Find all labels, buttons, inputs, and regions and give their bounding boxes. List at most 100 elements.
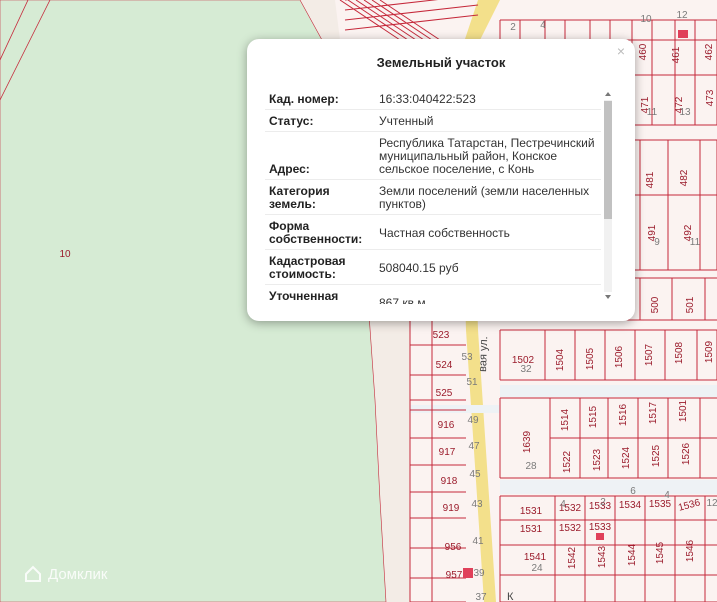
parcel-number-label: 12 xyxy=(706,498,717,509)
parcel-number-label: 525 xyxy=(436,388,453,399)
parcel-number-label: 4 xyxy=(540,20,546,31)
parcel-number-label: 501 xyxy=(685,296,696,313)
parcel-number-label: 1508 xyxy=(674,341,685,364)
parcel-number-label: 462 xyxy=(704,43,715,60)
info-row: Категория земель: Земли поселений (земли … xyxy=(265,180,601,215)
parcel-number-label: 37 xyxy=(475,592,487,602)
scroll-thumb[interactable] xyxy=(604,101,612,219)
parcel-number-label: 49 xyxy=(467,415,479,426)
parcel-number-label: 47 xyxy=(468,441,480,452)
street-label-bottom: К xyxy=(507,591,514,602)
parcel-number-label: 28 xyxy=(525,461,537,472)
parcel-number-label: 1505 xyxy=(585,347,596,370)
parcel-number-label: 39 xyxy=(473,568,485,579)
parcel-number-label: 1509 xyxy=(704,340,715,363)
info-value: Учтенный xyxy=(379,114,434,128)
info-row: Уточненная площадь: 867 кв.м xyxy=(265,285,601,305)
parcel-number-label: 919 xyxy=(443,503,460,514)
parcel-number-label: 1515 xyxy=(588,405,599,428)
close-icon[interactable]: × xyxy=(613,43,629,59)
parcel-number-label: 11 xyxy=(690,237,701,248)
info-value: 867 кв.м xyxy=(379,295,426,304)
parcel-number-label: 523 xyxy=(433,330,450,341)
parcel-number-label: 43 xyxy=(471,499,483,510)
parcel-number-label: 956 xyxy=(445,542,462,553)
parcel-number-label: 1531 xyxy=(520,524,543,535)
info-value: 508040.15 руб xyxy=(379,260,459,275)
parcel-number-label: 4 xyxy=(560,499,566,510)
parcel-number-label: 1533 xyxy=(589,522,612,533)
parcel-number-label: 1504 xyxy=(555,348,566,371)
parcel-number-label: 917 xyxy=(439,447,456,458)
parcel-number-label: 1544 xyxy=(627,543,638,566)
parcel-number-label: 1534 xyxy=(619,500,642,511)
parcel-number-label: 1546 xyxy=(685,539,696,562)
parcel-number-label: 1506 xyxy=(614,345,625,368)
info-key: Кад. номер: xyxy=(269,92,339,106)
parcel-number-label: 1542 xyxy=(567,546,578,569)
parcel-number-label: 1639 xyxy=(522,430,533,453)
domclick-text: Домклик xyxy=(48,565,108,583)
parcel-number-label: 1543 xyxy=(597,545,608,568)
parcel-number-label: 1532 xyxy=(559,523,582,534)
parcel-number-label: 1524 xyxy=(621,446,632,469)
parcel-number-label: 11 xyxy=(647,107,658,118)
parcel-number-label: 6 xyxy=(630,486,636,497)
parcel-info-popup: Земельный участок × Кад. номер: 16:33:040… xyxy=(247,39,635,321)
info-row: Форма собственности: Частная собственност… xyxy=(265,215,601,250)
parcel-number-label: 10 xyxy=(59,249,71,260)
parcel-number-label: 9 xyxy=(654,237,660,248)
info-row: Статус: Учтенный xyxy=(265,110,601,132)
parcel-number-label: 41 xyxy=(472,536,484,547)
info-key: Статус: xyxy=(269,114,314,128)
house-icon xyxy=(25,565,41,582)
parcel-number-label: 10 xyxy=(640,14,652,25)
info-key: Уточненная площадь: xyxy=(269,289,339,305)
parcel-number-label: 12 xyxy=(676,10,688,21)
domclick-logo: Домклик xyxy=(24,565,107,583)
info-table[interactable]: Кад. номер: 16:33:040422:523 Статус: Учтенн… xyxy=(265,88,601,304)
parcel-number-label: 32 xyxy=(520,364,532,375)
parcel-number-label: 460 xyxy=(638,43,649,60)
parcel-number-label: 916 xyxy=(438,420,455,431)
popup-scrollbar[interactable] xyxy=(602,90,614,302)
parcel-number-label: 1501 xyxy=(678,399,689,422)
info-key: Кадастровая стоимость: xyxy=(269,254,346,281)
parcel-number-label: 53 xyxy=(461,352,473,363)
parcel-number-label: 957 xyxy=(446,570,463,581)
parcel-number-label: 461 xyxy=(671,46,682,63)
parcel-number-label: 1525 xyxy=(651,444,662,467)
info-value: Частная собственность xyxy=(379,225,510,240)
parcel-number-label: 1531 xyxy=(520,506,543,517)
parcel-number-label: 482 xyxy=(679,169,690,186)
popup-title: Земельный участок xyxy=(376,55,506,70)
parcel-number-label: 2 xyxy=(510,22,516,33)
parcel-number-label: 1517 xyxy=(648,401,659,424)
info-key: Форма собственности: xyxy=(269,219,363,246)
parcel-number-label: 481 xyxy=(645,171,656,188)
info-row: Адрес: Республика Татарстан, Пестречински… xyxy=(265,132,601,180)
street-label: вая ул. xyxy=(477,336,490,372)
parcel-number-label: 524 xyxy=(436,360,453,371)
parcel-number-label: 13 xyxy=(679,107,691,118)
info-value: Земли поселений (земли населенных пункто… xyxy=(379,184,590,211)
info-value: Республика Татарстан, Пестречинский муни… xyxy=(379,136,595,176)
parcel-number-label: 473 xyxy=(705,89,716,106)
info-row: Кадастровая стоимость: 508040.15 руб xyxy=(265,250,601,285)
parcel-number-label: 51 xyxy=(466,377,478,388)
scroll-up-icon[interactable] xyxy=(605,92,611,96)
parcel-number-label: 1526 xyxy=(681,442,692,465)
info-key: Категория земель: xyxy=(269,184,330,211)
info-key: Адрес: xyxy=(269,162,310,176)
parcel-number-label: 1523 xyxy=(592,448,603,471)
scroll-down-icon[interactable] xyxy=(605,295,611,299)
parcel-number-label: 4 xyxy=(664,490,670,501)
parcel-number-label: 918 xyxy=(441,476,458,487)
parcel-number-label: 1507 xyxy=(644,343,655,366)
parcel-number-label: 45 xyxy=(469,469,481,480)
parcel-number-label: 24 xyxy=(531,563,543,574)
info-value: 16:33:040422:523 xyxy=(379,92,476,106)
parcel-number-label: 1522 xyxy=(562,450,573,473)
parcel-number-label: 1545 xyxy=(655,541,666,564)
parcel-number-label: 500 xyxy=(650,296,661,313)
